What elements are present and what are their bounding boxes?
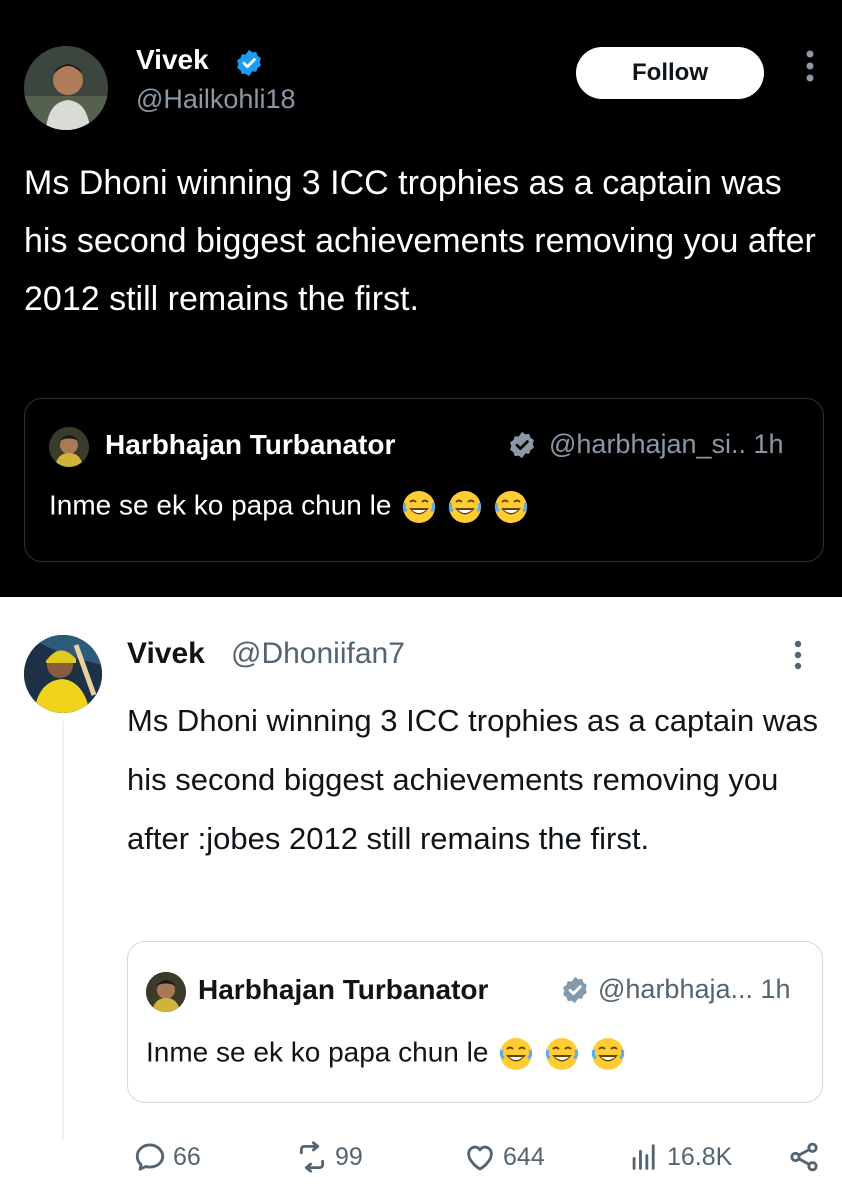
laughing-emoji-icon <box>448 491 482 523</box>
repost-icon <box>299 1141 325 1173</box>
author-handle[interactable]: @Hailkohli18 <box>136 84 295 115</box>
like-icon <box>467 1145 493 1171</box>
quoted-post[interactable]: Harbhajan Turbanator @harbhaja... 1h Inm… <box>127 941 823 1103</box>
views-count: 16.8K <box>667 1142 733 1171</box>
author-name[interactable]: Vivek <box>127 637 205 671</box>
quoted-author-name: Harbhajan Turbanator <box>198 974 489 1005</box>
quoted-author-avatar <box>146 972 186 1012</box>
quoted-text-row: Inme se ek ko papa chun le <box>49 489 529 525</box>
post-text: Ms Dhoni winning 3 ICC trophies as a cap… <box>24 164 816 318</box>
dark-post: Vivek @Hailkohli18 Follow Ms Dhoni winni… <box>0 0 842 597</box>
laughing-emoji-icon <box>591 1038 624 1070</box>
author-avatar[interactable] <box>24 46 108 130</box>
like-count: 644 <box>503 1142 545 1171</box>
quoted-text: Inme se ek ko papa chun le <box>146 1036 489 1068</box>
quoted-text: Inme se ek ko papa chun le <box>49 489 392 521</box>
verified-badge-icon <box>507 430 537 460</box>
author-name[interactable]: Vivek <box>136 44 209 76</box>
laughing-emoji-icon <box>545 1038 579 1070</box>
repost-button[interactable]: 99 <box>295 1137 363 1177</box>
verified-badge-icon <box>560 975 590 1005</box>
follow-button[interactable]: Follow <box>576 47 764 99</box>
action-bar: 66 99 644 16.8K <box>127 1127 827 1187</box>
repost-count: 99 <box>335 1142 363 1171</box>
reply-count: 66 <box>173 1142 201 1171</box>
views-icon <box>632 1144 655 1170</box>
quoted-author-handle-time: @harbhajan_si.. 1h <box>549 429 784 459</box>
reply-icon <box>135 1143 165 1171</box>
views-button[interactable]: 16.8K <box>627 1137 732 1177</box>
quoted-author-avatar <box>49 427 89 467</box>
quoted-post[interactable]: Harbhajan Turbanator @harbhajan_si.. 1h … <box>24 398 824 562</box>
quoted-text-row: Inme se ek ko papa chun le <box>146 1036 626 1072</box>
share-button[interactable] <box>787 1137 827 1177</box>
verified-badge-icon <box>234 48 264 78</box>
quoted-author-handle-time: @harbhaja... 1h <box>598 974 791 1004</box>
author-avatar[interactable] <box>24 635 102 713</box>
like-button[interactable]: 644 <box>463 1137 545 1177</box>
reply-button[interactable]: 66 <box>133 1137 201 1177</box>
light-post: Vivek @Dhoniifan7 Ms Dhoni winning 3 ICC… <box>0 597 842 1200</box>
author-handle[interactable]: @Dhoniifan7 <box>231 637 405 671</box>
more-icon[interactable] <box>788 637 808 673</box>
share-icon <box>790 1142 818 1172</box>
laughing-emoji-icon <box>500 1038 533 1070</box>
laughing-emoji-icon <box>494 491 527 523</box>
more-icon[interactable] <box>798 46 822 86</box>
post-text: Ms Dhoni winning 3 ICC trophies as a cap… <box>127 703 818 856</box>
quoted-author-name: Harbhajan Turbanator <box>105 429 396 460</box>
laughing-emoji-icon <box>403 491 436 523</box>
thread-line <box>62 721 64 1141</box>
